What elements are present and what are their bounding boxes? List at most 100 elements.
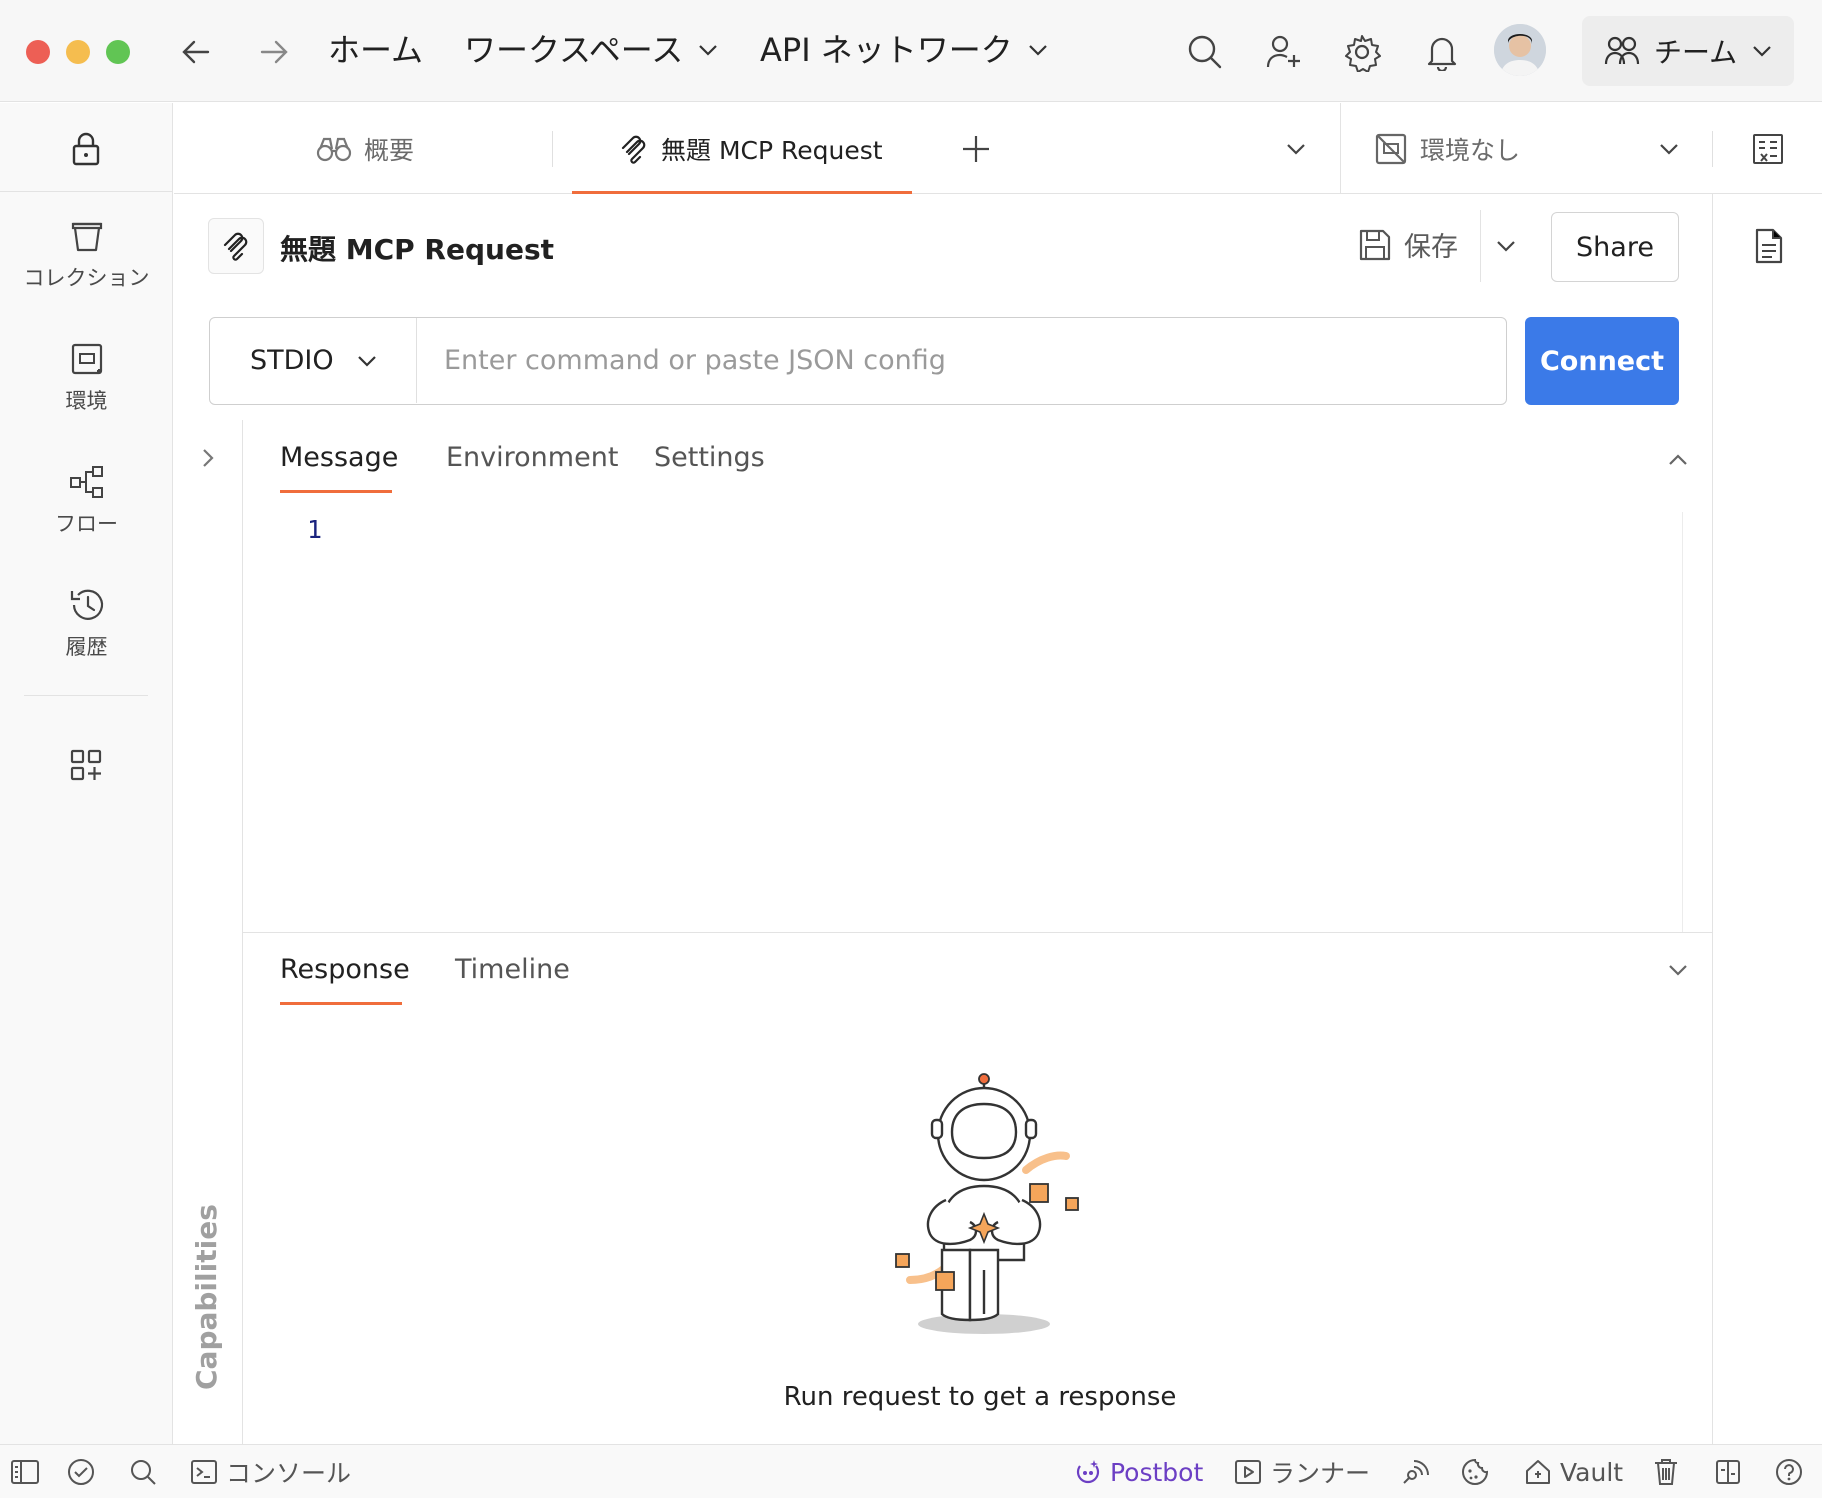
vault-button[interactable]: Vault [1524,1445,1623,1498]
tab-overview[interactable]: 概要 [316,103,414,194]
transport-select[interactable]: STDIO [210,318,417,403]
nav-home[interactable]: ホーム [328,28,423,72]
mcp-request-icon [208,218,264,274]
console-icon [190,1458,218,1486]
response-tab-indicator [280,1002,402,1005]
tab-row-divider [1340,103,1341,194]
trash-icon[interactable] [1652,1445,1680,1498]
sidebar-item-label: 環境 [65,389,108,413]
sidebar-divider [24,695,148,696]
nav-home-label: ホーム [328,31,424,69]
minimize-window-button[interactable] [66,40,90,64]
no-environment-icon [1374,132,1408,166]
two-pane-layout-icon[interactable] [1714,1445,1742,1498]
save-label: 保存 [1404,232,1458,263]
team-label: チーム [1654,36,1738,69]
tab-mcp-request[interactable]: 無題 MCP Request [619,103,883,194]
find-icon[interactable] [128,1445,158,1498]
tab-settings[interactable]: Settings [654,442,765,473]
save-options-chevron-icon[interactable] [1492,232,1520,260]
tab-separator [1712,131,1713,167]
tab-bar: 概要 無題 MCP Request 環境なし [174,103,1822,194]
new-tab-plus-icon[interactable] [958,131,994,167]
status-bar: コンソール Postbot ランナー Vault [0,1444,1822,1498]
astronaut-illustration [876,1070,1096,1340]
request-title[interactable]: 無題 MCP Request [280,228,554,268]
sync-status-icon[interactable] [66,1445,96,1498]
runner-icon [1234,1458,1262,1486]
notification-bell-icon[interactable] [1420,30,1464,74]
command-input[interactable] [418,318,1504,403]
nav-workspace-label: ワークスペース [464,31,684,69]
runner-button[interactable]: ランナー [1234,1445,1370,1498]
chevron-down-icon [1751,40,1773,62]
history-icon [68,587,106,623]
postbot-icon [1074,1458,1102,1486]
collapse-chevron-down-icon[interactable] [1664,956,1692,984]
lock-icon[interactable] [66,127,106,171]
connect-button[interactable]: Connect [1525,317,1679,405]
flows-icon [68,464,106,500]
postbot-button[interactable]: Postbot [1074,1445,1203,1498]
toggle-sidebar-icon[interactable] [10,1445,40,1498]
chevron-down-icon [697,39,719,61]
documentation-icon[interactable] [1751,226,1787,266]
nav-api-network-label: API ネットワーク [760,31,1013,69]
sidebar-item-label: 履歴 [65,635,108,659]
empty-response-message: Run request to get a response [783,1382,1177,1412]
title-bar: ホーム ワークスペース API ネットワーク チーム [0,0,1822,102]
transport-label: STDIO [250,345,334,376]
environment-selector-label: 環境なし [1420,135,1521,165]
sidebar-item-collections[interactable]: コレクション [0,218,173,292]
environment-icon [69,341,105,377]
console-button[interactable]: コンソール [190,1445,351,1498]
right-context-bar [1712,194,1822,1444]
forward-arrow-icon[interactable] [256,34,292,70]
tab-response[interactable]: Response [280,954,410,985]
sidebar-item-environments[interactable]: 環境 [0,341,173,415]
environment-selector[interactable]: 環境なし [1374,103,1678,194]
chevron-down-icon [1658,138,1680,160]
collection-icon [69,218,105,254]
help-icon[interactable] [1774,1445,1804,1498]
team-button[interactable]: チーム [1582,16,1794,86]
editor-scrollbar[interactable] [1682,512,1712,932]
capture-requests-icon[interactable] [1400,1445,1430,1498]
message-tab-indicator [280,490,392,493]
zoom-window-button[interactable] [106,40,130,64]
back-arrow-icon[interactable] [178,34,214,70]
sidebar-item-flows[interactable]: フロー [0,464,173,538]
nav-workspace[interactable]: ワークスペース [464,28,719,72]
tab-mcp-request-label: 無題 MCP Request [661,135,883,165]
search-icon[interactable] [1183,30,1227,74]
chevron-right-icon[interactable] [196,446,220,470]
user-avatar[interactable] [1494,24,1546,76]
tab-timeline[interactable]: Timeline [455,954,570,985]
editor-line-number: 1 [307,515,323,544]
left-sidebar: コレクション 環境 フロー 履歴 [0,103,173,1444]
sidebar-item-history[interactable]: 履歴 [0,587,173,661]
save-icon [1358,228,1392,262]
close-window-button[interactable] [26,40,50,64]
save-button[interactable]: 保存 [1358,225,1458,264]
tab-list-chevron-icon[interactable] [1282,135,1310,163]
save-divider [1480,210,1481,282]
sidebar-item-label: コレクション [23,266,150,290]
nav-api-network[interactable]: API ネットワーク [760,28,1049,72]
settings-gear-icon[interactable] [1340,30,1384,74]
add-apps-icon[interactable] [66,745,106,785]
environment-quick-look-icon[interactable] [1748,129,1788,169]
chevron-down-icon [356,350,378,372]
tab-environment[interactable]: Environment [446,442,618,473]
tab-message[interactable]: Message [280,442,398,473]
cookies-icon[interactable] [1460,1445,1490,1498]
invite-user-icon[interactable] [1262,30,1306,74]
capabilities-label[interactable]: Capabilities [190,1204,223,1390]
response-divider[interactable] [243,932,1712,933]
mcp-icon [619,134,649,164]
collapse-chevron-up-icon[interactable] [1664,446,1692,474]
share-button[interactable]: Share [1551,212,1679,282]
sidebar-divider [0,191,173,192]
runner-label: ランナー [1270,1459,1371,1488]
tab-separator [552,131,553,167]
